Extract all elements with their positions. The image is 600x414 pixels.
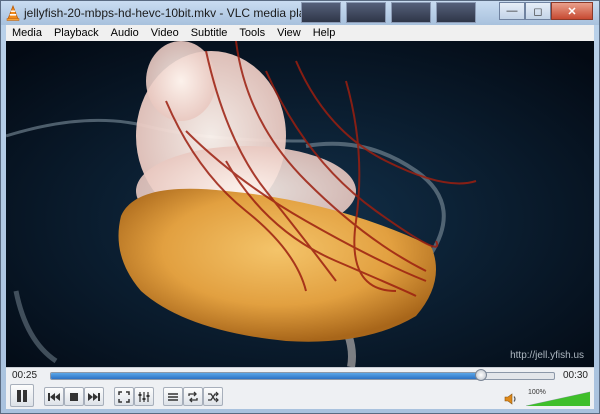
seek-handle[interactable] [475,369,488,381]
control-bar: 00:25 00:30 100% [6,367,594,409]
next-button[interactable] [84,387,104,406]
title-bar[interactable]: jellyfish-20-mbps-hd-hevc-10bit.mkv - VL… [1,1,599,25]
seek-progress [51,373,482,379]
menu-bar: Media Playback Audio Video Subtitle Tool… [6,25,594,41]
extended-settings-icon [138,391,150,402]
previous-icon [48,392,60,401]
total-time: 00:30 [562,370,588,381]
fullscreen-button[interactable] [114,387,134,406]
minimize-icon: — [506,5,518,17]
window-controls: — ◻ ✕ [499,2,593,20]
close-button[interactable]: ✕ [551,2,593,20]
volume-label: 100% [528,389,546,396]
shuffle-icon [208,391,219,402]
video-watermark: http://jell.yfish.us [510,350,584,361]
speaker-icon[interactable] [504,392,518,406]
menu-video[interactable]: Video [145,25,185,41]
background-thumbnails [301,1,481,25]
shuffle-button[interactable] [203,387,223,406]
menu-playback[interactable]: Playback [48,25,105,41]
maximize-icon: ◻ [533,5,543,18]
menu-view[interactable]: View [271,25,307,41]
menu-help[interactable]: Help [307,25,342,41]
seek-bar[interactable] [50,369,555,381]
minimize-button[interactable]: — [499,2,525,20]
loop-button[interactable] [183,387,203,406]
menu-tools[interactable]: Tools [233,25,271,41]
extended-settings-button[interactable] [134,387,154,406]
loop-icon [188,391,198,402]
previous-button[interactable] [44,387,64,406]
stop-icon [70,392,78,401]
pause-button[interactable] [10,384,34,407]
maximize-button[interactable]: ◻ [525,2,551,20]
video-display[interactable]: http://jell.yfish.us [6,41,594,367]
menu-subtitle[interactable]: Subtitle [185,25,234,41]
stop-button[interactable] [64,387,84,406]
playlist-button[interactable] [163,387,183,406]
vlc-window: jellyfish-20-mbps-hd-hevc-10bit.mkv - VL… [0,0,600,414]
next-icon [88,392,100,401]
window-title: jellyfish-20-mbps-hd-hevc-10bit.mkv - VL… [24,6,323,20]
menu-media[interactable]: Media [6,25,48,41]
close-icon: ✕ [567,5,577,18]
pause-icon [17,389,27,402]
fullscreen-icon [118,390,130,403]
vlc-cone-icon [6,5,20,21]
current-time: 00:25 [12,370,38,381]
video-frame [6,41,594,367]
menu-audio[interactable]: Audio [105,25,145,41]
playlist-icon [168,392,178,401]
